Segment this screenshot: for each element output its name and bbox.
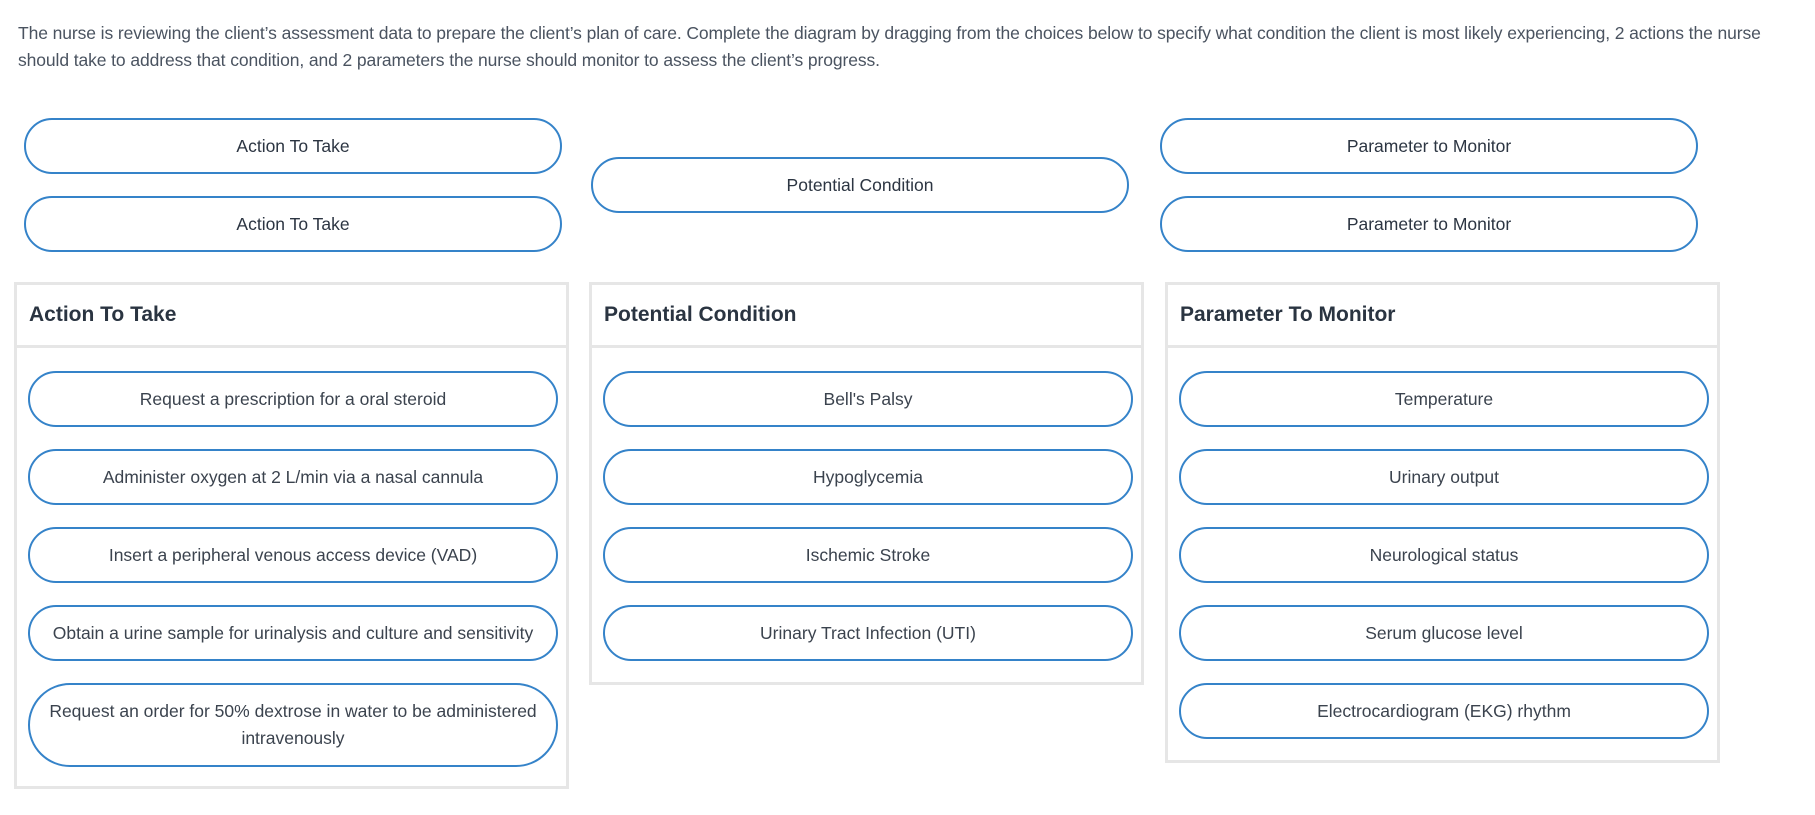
choice-item[interactable]: Hypoglycemia — [603, 449, 1133, 505]
slot-label: Potential Condition — [786, 174, 934, 195]
conditions-panel-title: Potential Condition — [589, 282, 1144, 348]
choice-item[interactable]: Serum glucose level — [1179, 605, 1709, 661]
conditions-choices-list: Bell's Palsy Hypoglycemia Ischemic Strok… — [589, 348, 1144, 685]
choice-item[interactable]: Urinary output — [1179, 449, 1709, 505]
choice-item[interactable]: Request a prescription for a oral steroi… — [28, 371, 558, 427]
condition-drop-slot[interactable]: Potential Condition — [591, 157, 1129, 213]
parameter-drop-slot-1[interactable]: Parameter to Monitor — [1160, 118, 1698, 174]
slot-label: Action To Take — [236, 135, 350, 156]
choice-item[interactable]: Ischemic Stroke — [603, 527, 1133, 583]
action-drop-slot-1[interactable]: Action To Take — [24, 118, 562, 174]
action-drop-slot-2[interactable]: Action To Take — [24, 196, 562, 252]
choice-item[interactable]: Request an order for 50% dextrose in wat… — [28, 683, 558, 767]
parameters-choices-list: Temperature Urinary output Neurological … — [1165, 348, 1720, 763]
choice-item[interactable]: Temperature — [1179, 371, 1709, 427]
choice-item[interactable]: Urinary Tract Infection (UTI) — [603, 605, 1133, 661]
choice-item[interactable]: Insert a peripheral venous access device… — [28, 527, 558, 583]
actions-panel-title: Action To Take — [14, 282, 569, 348]
choice-item[interactable]: Bell's Palsy — [603, 371, 1133, 427]
choice-item[interactable]: Administer oxygen at 2 L/min via a nasal… — [28, 449, 558, 505]
slot-label: Parameter to Monitor — [1346, 135, 1512, 156]
choice-item[interactable]: Obtain a urine sample for urinalysis and… — [28, 605, 558, 661]
instructions-text: The nurse is reviewing the client’s asse… — [18, 23, 1761, 70]
choice-item[interactable]: Electrocardiogram (EKG) rhythm — [1179, 683, 1709, 739]
actions-choices-list: Request a prescription for a oral steroi… — [14, 348, 569, 789]
parameters-panel-title: Parameter To Monitor — [1165, 282, 1720, 348]
parameter-drop-slot-2[interactable]: Parameter to Monitor — [1160, 196, 1698, 252]
slot-label: Action To Take — [236, 213, 350, 234]
choice-item[interactable]: Neurological status — [1179, 527, 1709, 583]
slot-label: Parameter to Monitor — [1346, 213, 1512, 234]
